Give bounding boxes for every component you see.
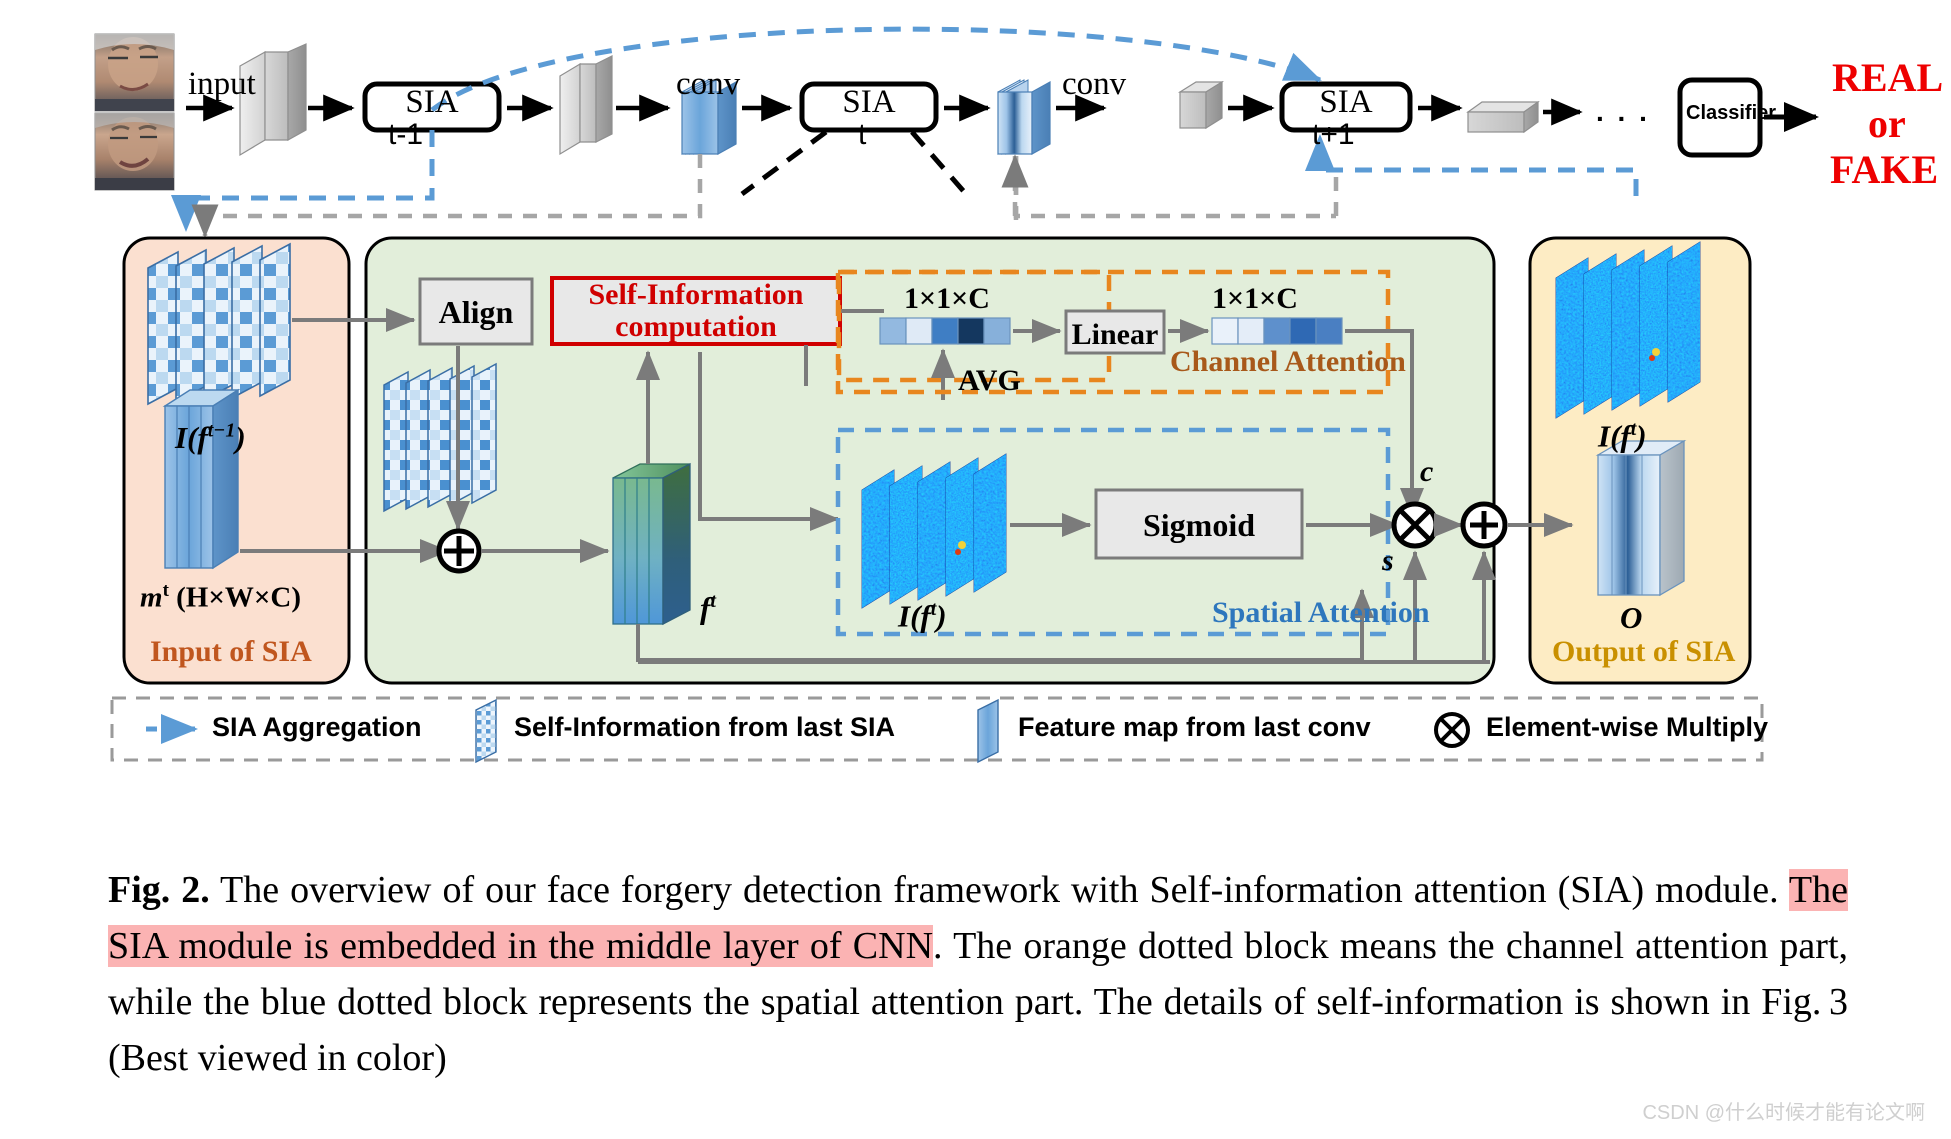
spatial-self-information-label: I(ft): [898, 598, 947, 634]
avg-label: AVG: [958, 364, 1021, 397]
figure-caption: Fig. 2. The overview of our face forgery…: [108, 862, 1848, 1086]
legend-icon-circle-times: [1434, 712, 1470, 748]
sia-block-next-label: SIA: [1319, 84, 1373, 120]
input-face-images: [94, 33, 175, 191]
caption-figure-number: Fig. 2.: [108, 869, 210, 911]
input-feature-label: mt (H×W×C): [140, 580, 302, 614]
feature-map-paths: [191, 154, 1339, 238]
legend-label-1: Self-Information from last SIA: [514, 712, 896, 742]
feature-cube: [1177, 80, 1225, 130]
sigmoid-label: Sigmoid: [1142, 507, 1256, 543]
pipeline-row: [94, 33, 1819, 191]
output-feature-cube: [1595, 439, 1687, 597]
caption-part-1: The overview of our face forgery detecti…: [209, 869, 1789, 911]
output-of-sia-title: Output of SIA: [1552, 635, 1736, 668]
conv-label-2: conv: [1062, 66, 1127, 102]
verdict-or: or: [1868, 101, 1906, 146]
legend-label-3: Element-wise Multiply: [1486, 712, 1769, 742]
legend-icon-checker-plane: [475, 698, 497, 764]
input-label: input: [188, 66, 256, 102]
spatial-self-information-maps: [861, 453, 1007, 609]
fused-feature-cube: [612, 462, 691, 626]
element-wise-add-fusion: [436, 528, 482, 574]
channel-vector-output-label: 1×1×C: [1212, 282, 1298, 315]
channel-gate-label: c: [1420, 455, 1434, 488]
csdn-watermark: CSDN @什么时候才能有论文啊: [1642, 1102, 1925, 1124]
aligned-self-information-planes: [383, 362, 497, 513]
conv-feature-stack-2: [997, 79, 1051, 156]
channel-attention-title: Channel Attention: [1170, 345, 1406, 378]
output-self-information-label: I(ft): [1598, 418, 1647, 454]
conv-label-1: conv: [676, 66, 741, 102]
feature-slab-2: [559, 55, 613, 156]
spatial-gate-label: s: [1382, 544, 1394, 577]
sia-block-current-label: SIA: [842, 84, 896, 120]
legend-label-2: Feature map from last conv: [1018, 712, 1371, 742]
verdict-fake: FAKE: [1830, 147, 1939, 192]
sia-step-next-label: t+1: [1312, 118, 1355, 151]
fused-feature-label: ft: [700, 590, 716, 626]
self-information-computation-label: Self-Information computation: [588, 278, 804, 343]
pipeline-ellipsis: . . .: [1596, 96, 1650, 127]
channel-vector-input: [879, 317, 1011, 345]
align-label: Align: [438, 294, 514, 330]
sia-block-prev-label: SIA: [405, 84, 459, 120]
sia-step-prev-label: t-1: [388, 118, 424, 151]
input-self-information-planes: [147, 242, 291, 406]
input-self-information-label: I(ft−1): [175, 420, 246, 456]
legend-label-0: SIA Aggregation: [212, 712, 422, 742]
channel-vector-input-label: 1×1×C: [904, 282, 990, 315]
spatial-attention-title: Spatial Attention: [1212, 596, 1430, 629]
output-self-information-maps: [1555, 241, 1701, 419]
sia-step-current-label: t: [858, 118, 867, 151]
element-wise-add-output: [1460, 501, 1508, 549]
legend-icon-blue-plane: [977, 698, 999, 764]
output-label: O: [1620, 600, 1643, 635]
sia-expansion-lines: [740, 129, 968, 197]
input-feature-cube: [162, 388, 241, 570]
classifier-label: Classifier: [1686, 102, 1777, 124]
channel-vector-output: [1211, 317, 1343, 345]
linear-label: Linear: [1071, 318, 1159, 351]
element-wise-multiply-node: [1391, 501, 1439, 549]
input-of-sia-title: Input of SIA: [150, 635, 312, 668]
feature-slab-flat: [1466, 100, 1540, 134]
verdict-real: REAL: [1832, 55, 1944, 100]
figure-2-overview: input SIA t-1 conv SIA t conv SIA t+1 . …: [0, 0, 1951, 1139]
